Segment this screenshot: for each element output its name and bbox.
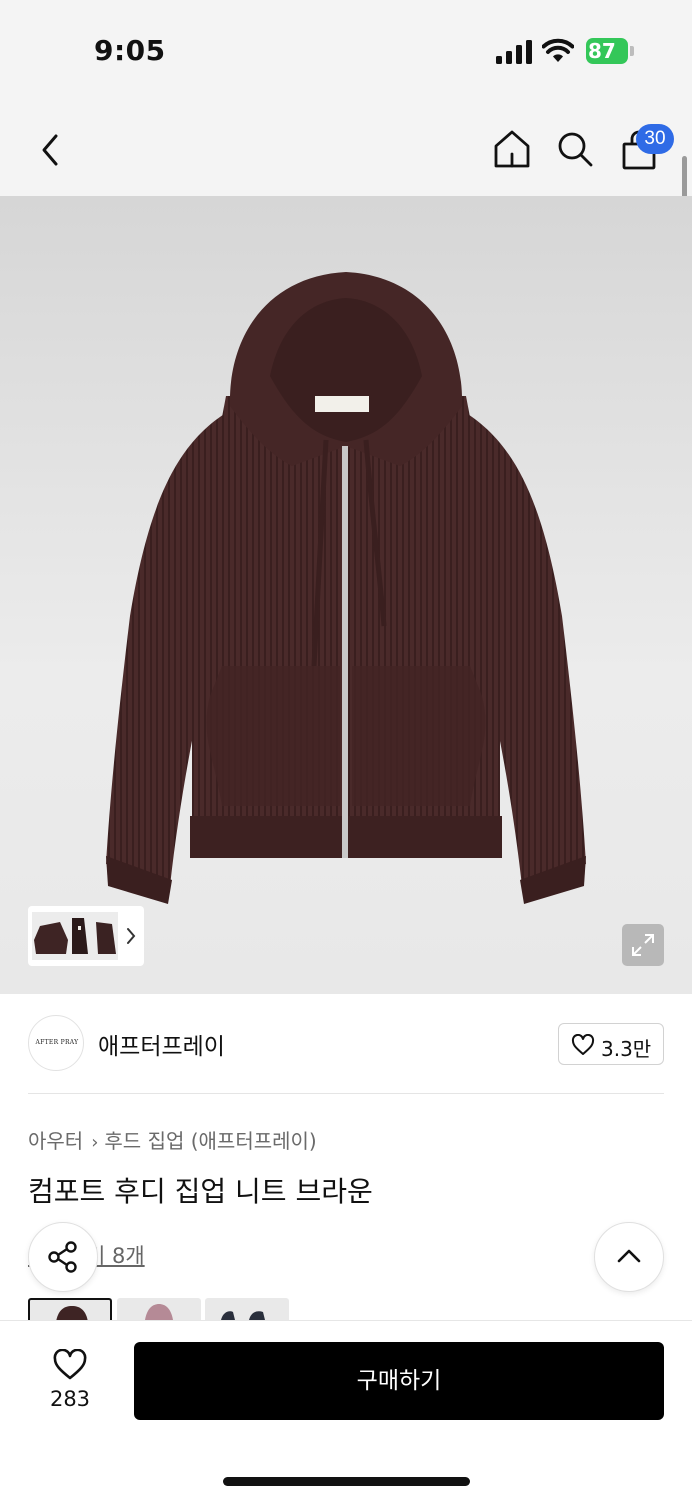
chevron-right-icon: › bbox=[91, 1132, 99, 1153]
expand-icon bbox=[632, 934, 654, 956]
color-swatch-pink[interactable] bbox=[117, 1298, 201, 1320]
swatch-image bbox=[56, 1306, 88, 1320]
divider bbox=[28, 1093, 664, 1094]
brand-logo[interactable]: AFTER PRAY bbox=[28, 1015, 84, 1071]
breadcrumb-subcategory[interactable]: 후드 집업 (애프터프레이) bbox=[104, 1129, 316, 1153]
battery-icon: 87 bbox=[586, 38, 634, 64]
wishlist-count: 283 bbox=[49, 1387, 91, 1411]
product-title: 컴포트 후디 집업 니트 브라운 bbox=[28, 1175, 373, 1208]
bottom-action-bar: 283 구매하기 bbox=[0, 1320, 692, 1500]
brand-logo-text: AFTER PRAY bbox=[35, 1039, 79, 1046]
color-swatch-navy[interactable] bbox=[205, 1298, 289, 1320]
swatch-image bbox=[145, 1304, 173, 1320]
status-bar: 9:05 87 bbox=[0, 0, 692, 100]
wifi-icon bbox=[542, 38, 574, 62]
battery-level: 87 bbox=[588, 39, 616, 63]
breadcrumb: 아우터 › 후드 집업 (애프터프레이) bbox=[28, 1125, 317, 1154]
scroll-to-top-button[interactable] bbox=[594, 1222, 664, 1292]
status-time: 9:05 bbox=[94, 34, 166, 67]
thumbnail-strip[interactable] bbox=[28, 906, 144, 966]
cart-count-badge: 30 bbox=[636, 124, 674, 154]
brand-name[interactable]: 애프터프레이 bbox=[98, 1027, 225, 1061]
home-icon[interactable] bbox=[492, 128, 532, 170]
expand-image-button[interactable] bbox=[622, 924, 664, 966]
nav-bar bbox=[0, 100, 692, 196]
brand-like-count: 3.3만 bbox=[601, 1037, 652, 1061]
heart-icon bbox=[571, 1034, 595, 1055]
product-image-carousel[interactable] bbox=[0, 196, 692, 994]
battery-cap bbox=[630, 46, 634, 56]
share-button[interactable] bbox=[28, 1222, 98, 1292]
color-swatch-brown[interactable] bbox=[28, 1298, 112, 1320]
product-photo-hoodie bbox=[106, 272, 586, 904]
share-icon bbox=[48, 1241, 77, 1273]
brand-like-button[interactable]: 3.3만 bbox=[558, 1023, 664, 1065]
signal-icon bbox=[496, 40, 532, 64]
back-icon[interactable] bbox=[34, 130, 66, 170]
buy-button[interactable]: 구매하기 bbox=[134, 1342, 664, 1420]
brand-row[interactable]: AFTER PRAY 애프터프레이 3.3만 bbox=[0, 994, 692, 1094]
chevron-up-icon bbox=[617, 1249, 641, 1263]
home-indicator bbox=[223, 1477, 470, 1486]
swatch-image bbox=[221, 1311, 265, 1320]
thumbnail-images bbox=[32, 912, 118, 960]
wishlist-heart-icon[interactable] bbox=[52, 1349, 88, 1381]
search-icon[interactable] bbox=[556, 130, 594, 168]
chevron-right-icon bbox=[127, 928, 136, 944]
breadcrumb-category[interactable]: 아우터 bbox=[28, 1129, 83, 1153]
battery-fill: 87 bbox=[586, 38, 628, 64]
